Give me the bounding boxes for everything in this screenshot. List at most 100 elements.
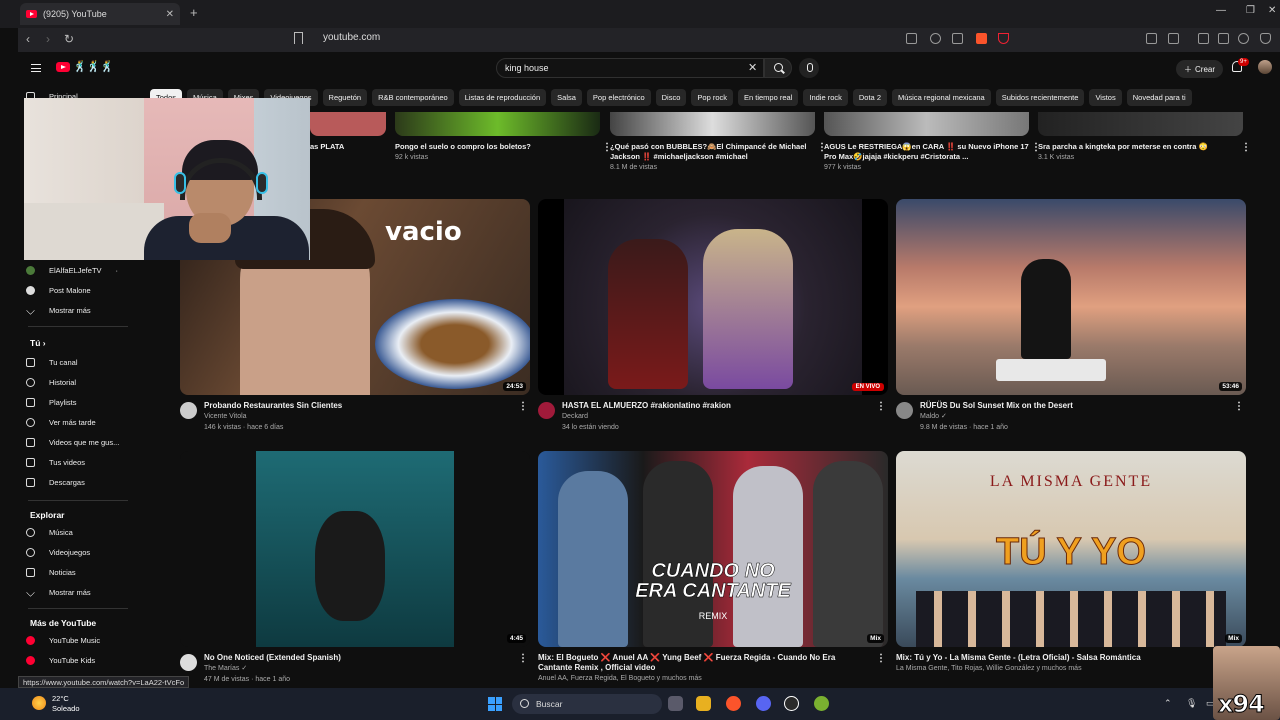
channel-name[interactable]: The Marías ✓ — [204, 663, 530, 674]
chip[interactable]: Dota 2 — [852, 89, 887, 106]
app-icon[interactable] — [814, 696, 829, 711]
sidebar-item-music[interactable]: Música — [26, 528, 73, 537]
brave-shield-icon[interactable] — [976, 33, 987, 44]
video-title[interactable]: No One Noticed (Extended Spanish) — [204, 653, 504, 663]
video-thumbnail[interactable] — [1038, 112, 1243, 136]
ai-icon[interactable] — [1238, 33, 1249, 44]
video-thumbnail[interactable] — [610, 112, 815, 136]
back-icon[interactable]: ‹ — [26, 32, 30, 46]
video-thumbnail[interactable]: CUANDO NO ERA CANTANTE REMIX Mix — [538, 451, 888, 647]
sidebar-item-playlists[interactable]: Playlists — [26, 398, 77, 407]
sidebar-item-gaming[interactable]: Videojuegos — [26, 548, 90, 557]
channel-avatar[interactable] — [180, 654, 197, 671]
brave-browser-icon[interactable] — [726, 696, 741, 711]
taskbar-search[interactable]: Buscar — [512, 694, 662, 714]
weather-widget[interactable]: 22°C Soleado — [52, 694, 80, 714]
more-options-icon[interactable]: ⋮ — [1241, 142, 1251, 153]
windows-start-icon[interactable] — [488, 697, 502, 711]
channel-avatar[interactable] — [180, 402, 197, 419]
chip[interactable]: Pop electrónico — [586, 89, 651, 106]
chip[interactable]: Pop rock — [691, 89, 733, 106]
video-title[interactable]: AGUS Le RESTRIEGA😱en CARA ‼️ su Nuevo iP… — [824, 142, 1029, 162]
video-card[interactable]: LA MISMA GENTE TÚ Y YO Mix Mix: Tú y Yo … — [896, 451, 1246, 697]
video-title[interactable]: Sra parcha a kingteka por meterse en con… — [1038, 142, 1243, 152]
share-icon[interactable] — [952, 33, 963, 44]
channel-avatar[interactable] — [896, 402, 913, 419]
sidebar-item-youtube-kids[interactable]: YouTube Kids — [26, 656, 95, 665]
video-thumbnail[interactable]: EN VIVO — [538, 199, 888, 395]
extensions-icon[interactable] — [1146, 33, 1157, 44]
more-options-icon[interactable]: ⋮ — [518, 653, 528, 664]
chip[interactable]: Disco — [655, 89, 687, 106]
channel-name[interactable]: Anuel AA, Fuerza Regida, El Bogueto y mu… — [538, 673, 888, 684]
more-options-icon[interactable]: ⋮ — [518, 401, 528, 412]
youtube-logo-icon[interactable] — [56, 62, 70, 72]
video-title[interactable]: ¿Qué pasó con BUBBLES?🙈El Chimpancé de M… — [610, 142, 815, 162]
sidebar-item-watch-later[interactable]: Ver más tarde — [26, 418, 96, 427]
sidebar-item-history[interactable]: Historial — [26, 378, 76, 387]
video-thumbnail[interactable]: 4:45 — [180, 451, 530, 647]
sidebar-item-youtube-music[interactable]: YouTube Music — [26, 636, 100, 645]
video-card-partial[interactable]: Sra parcha a kingteka por meterse en con… — [1038, 112, 1251, 161]
video-card-partial[interactable]: AGUS Le RESTRIEGA😱en CARA ‼️ su Nuevo iP… — [824, 112, 1041, 171]
chip[interactable]: Novedad para ti — [1126, 89, 1192, 106]
video-title[interactable]: Mix: El Bogueto ❌ Anuel AA ❌ Yung Beef ❌… — [538, 653, 838, 673]
tray-chevron-icon[interactable]: ⌃ — [1164, 698, 1172, 709]
video-thumbnail[interactable] — [310, 112, 386, 136]
video-thumbnail[interactable]: LA MISMA GENTE TÚ Y YO Mix — [896, 451, 1246, 647]
sidebar-item-downloads[interactable]: Descargas — [26, 478, 85, 487]
clear-search-icon[interactable]: ✕ — [748, 61, 757, 74]
chip[interactable]: Música regional mexicana — [892, 89, 991, 106]
reload-icon[interactable]: ↻ — [64, 32, 74, 46]
chip[interactable]: Reguetón — [322, 89, 368, 106]
wallet-icon[interactable] — [1218, 33, 1229, 44]
chip[interactable]: Salsa — [551, 89, 582, 106]
sidebar-item-your-videos[interactable]: Tus videos — [26, 458, 85, 467]
maximize-icon[interactable]: ❐ — [1246, 5, 1255, 16]
sidebar-item-news[interactable]: Noticias — [26, 568, 76, 577]
cast-icon[interactable] — [906, 33, 917, 44]
channel-name[interactable]: Vicente Vitola — [204, 411, 530, 422]
zoom-icon[interactable] — [930, 33, 941, 44]
close-window-icon[interactable]: ✕ — [1268, 5, 1276, 16]
create-button[interactable]: ＋ Crear — [1176, 60, 1224, 78]
account-avatar[interactable] — [1258, 60, 1272, 74]
video-card[interactable]: 53:46 RÜFÜS Du Sol Sunset Mix on the Des… — [896, 199, 1246, 445]
screenshot-icon[interactable] — [1168, 33, 1179, 44]
microphone-icon[interactable]: 🎙 — [1186, 698, 1197, 709]
browser-tab[interactable]: (9205) YouTube ✕ — [20, 3, 180, 25]
video-thumbnail[interactable] — [824, 112, 1029, 136]
video-card-partial[interactable]: as PLATA — [310, 112, 386, 152]
more-options-icon[interactable]: ⋮ — [876, 653, 886, 664]
bookmark-icon[interactable] — [294, 32, 303, 44]
video-title[interactable]: as PLATA — [310, 142, 386, 152]
brave-rewards-icon[interactable] — [998, 33, 1009, 44]
sidebar-item-liked[interactable]: Videos que me gus... — [26, 438, 119, 447]
channel-avatar[interactable] — [538, 402, 555, 419]
video-card-partial[interactable]: Pongo el suelo o compro los boletos? 92 … — [395, 112, 612, 161]
obs-icon[interactable] — [784, 696, 799, 711]
video-card[interactable]: 4:45 No One Noticed (Extended Spanish) T… — [180, 451, 530, 697]
section-you[interactable]: Tú › — [30, 338, 46, 348]
sidebar-icon[interactable] — [1198, 33, 1209, 44]
video-thumbnail[interactable]: 53:46 — [896, 199, 1246, 395]
video-card[interactable]: CUANDO NO ERA CANTANTE REMIX Mix Mix: El… — [538, 451, 888, 697]
video-card[interactable]: EN VIVO HASTA EL ALMUERZO #rakionlatino … — [538, 199, 888, 445]
chip[interactable]: En tiempo real — [738, 89, 799, 106]
vpn-icon[interactable] — [1260, 33, 1271, 44]
video-title[interactable]: Probando Restaurantes Sin Clientes — [204, 401, 504, 411]
new-tab-icon[interactable]: + — [190, 5, 198, 20]
channel-name[interactable]: Maldo ✓ — [920, 411, 1246, 422]
voice-search-icon[interactable] — [799, 58, 819, 78]
chip[interactable]: Indie rock — [803, 89, 848, 106]
chip[interactable]: Listas de reproducción — [458, 89, 547, 106]
minimize-icon[interactable]: — — [1216, 5, 1226, 16]
sidebar-show-more[interactable]: Mostrar más — [26, 306, 91, 315]
sidebar-item-your-channel[interactable]: Tu canal — [26, 358, 78, 367]
discord-icon[interactable] — [756, 696, 771, 711]
sidebar-item-subscription[interactable]: Post Malone — [26, 286, 91, 295]
video-thumbnail[interactable] — [395, 112, 600, 136]
chip[interactable]: R&B contemporáneo — [372, 89, 454, 106]
hamburger-menu-icon[interactable] — [31, 64, 41, 72]
more-options-icon[interactable]: ⋮ — [876, 401, 886, 412]
